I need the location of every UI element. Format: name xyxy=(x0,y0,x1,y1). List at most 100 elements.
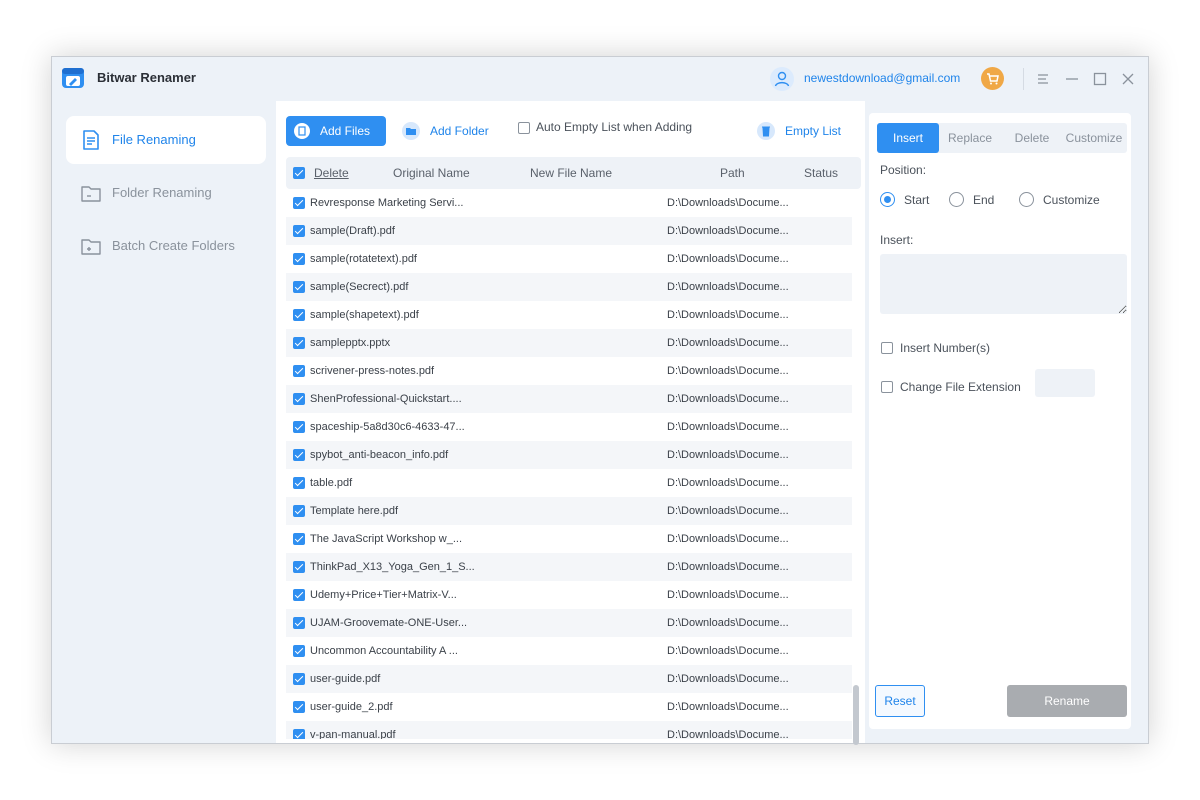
position-customize-radio[interactable]: Customize xyxy=(1019,191,1119,209)
table-row[interactable]: sample(Draft).pdf D:\Downloads\Docume... xyxy=(286,217,852,245)
radio-dot[interactable] xyxy=(880,192,895,207)
row-checkbox[interactable] xyxy=(293,421,305,433)
table-row[interactable]: UJAM-Groovemate-ONE-User... D:\Downloads\… xyxy=(286,609,852,637)
insert-numbers-checkbox[interactable] xyxy=(881,342,893,354)
change-extension-checkbox[interactable] xyxy=(881,381,893,393)
radio-dot[interactable] xyxy=(949,192,964,207)
file-name: user-guide.pdf xyxy=(310,673,381,685)
table-row[interactable]: spaceship-5a8d30c6-4633-47... D:\Download… xyxy=(286,413,852,441)
minimize-icon[interactable] xyxy=(1062,69,1082,89)
scrollbar[interactable] xyxy=(853,685,859,745)
insert-numbers-label: Insert Number(s) xyxy=(900,341,991,355)
sidebar: File Renaming Folder Renaming Batch Crea… xyxy=(52,101,276,743)
sidebar-item-batch-create-folders[interactable]: Batch Create Folders xyxy=(66,222,266,270)
file-path: D:\Downloads\Docume... xyxy=(667,561,789,573)
menu-icon[interactable] xyxy=(1033,69,1053,89)
extension-input[interactable] xyxy=(1035,369,1095,397)
row-checkbox[interactable] xyxy=(293,673,305,685)
user-avatar-icon[interactable] xyxy=(770,67,794,91)
file-name: sample(Secrect).pdf xyxy=(310,281,409,293)
row-checkbox[interactable] xyxy=(293,589,305,601)
table-row[interactable]: Revresponse Marketing Servi... D:\Downloa… xyxy=(286,189,852,217)
insert-numbers-option[interactable]: Insert Number(s) xyxy=(881,339,1081,357)
table-row[interactable]: Template here.pdf D:\Downloads\Docume... xyxy=(286,497,852,525)
table-row[interactable]: samplepptx.pptx D:\Downloads\Docume... xyxy=(286,329,852,357)
app-window: Bitwar Renamer newestdownload@gmail.com xyxy=(51,56,1149,745)
sidebar-item-label: Folder Renaming xyxy=(112,185,212,200)
radio-label: Customize xyxy=(1043,193,1100,207)
table-row[interactable]: table.pdf D:\Downloads\Docume... xyxy=(286,469,852,497)
checkbox[interactable] xyxy=(518,122,530,134)
table-row[interactable]: sample(shapetext).pdf D:\Downloads\Docume… xyxy=(286,301,852,329)
sidebar-item-file-renaming[interactable]: File Renaming xyxy=(66,116,266,164)
table-row[interactable]: ShenProfessional-Quickstart.... D:\Downlo… xyxy=(286,385,852,413)
tab-customize[interactable]: Customize xyxy=(1063,123,1125,153)
table-row[interactable]: sample(rotatetext).pdf D:\Downloads\Docum… xyxy=(286,245,852,273)
row-checkbox[interactable] xyxy=(293,533,305,545)
table-row[interactable]: scrivener-press-notes.pdf D:\Downloads\Do… xyxy=(286,357,852,385)
table-row[interactable]: The JavaScript Workshop w_... D:\Download… xyxy=(286,525,852,553)
file-path: D:\Downloads\Docume... xyxy=(667,393,789,405)
add-folder-button[interactable]: Add Folder xyxy=(402,116,502,146)
file-name: Uncommon Accountability A ... xyxy=(310,645,458,657)
table-row[interactable]: user-guide_2.pdf D:\Downloads\Docume... xyxy=(286,693,852,721)
row-checkbox[interactable] xyxy=(293,645,305,657)
rename-button[interactable]: Rename xyxy=(1007,685,1127,717)
select-all-checkbox[interactable] xyxy=(293,167,305,179)
cart-icon[interactable] xyxy=(981,67,1004,90)
sidebar-item-label: File Renaming xyxy=(112,132,196,147)
titlebar-divider xyxy=(1023,68,1024,90)
table-row[interactable]: user-guide.pdf D:\Downloads\Docume... xyxy=(286,665,852,693)
folder-icon xyxy=(79,181,103,205)
row-checkbox[interactable] xyxy=(293,253,305,265)
close-icon[interactable] xyxy=(1118,69,1138,89)
row-checkbox[interactable] xyxy=(293,617,305,629)
maximize-icon[interactable] xyxy=(1090,69,1110,89)
row-checkbox[interactable] xyxy=(293,561,305,573)
empty-list-button[interactable]: Empty List xyxy=(757,116,857,146)
row-checkbox[interactable] xyxy=(293,477,305,489)
row-checkbox[interactable] xyxy=(293,197,305,209)
tab-delete[interactable]: Delete xyxy=(1001,123,1063,153)
sidebar-item-folder-renaming[interactable]: Folder Renaming xyxy=(66,169,266,217)
file-name: Template here.pdf xyxy=(310,505,399,517)
table-row[interactable]: Udemy+Price+Tier+Matrix-V... D:\Downloads… xyxy=(286,581,852,609)
row-checkbox[interactable] xyxy=(293,505,305,517)
file-list-area: Add Files Add Folder Auto Empty List whe… xyxy=(276,101,865,745)
delete-link[interactable]: Delete xyxy=(314,166,349,180)
file-path: D:\Downloads\Docume... xyxy=(667,309,789,321)
radio-label: End xyxy=(973,193,995,207)
row-checkbox[interactable] xyxy=(293,309,305,321)
file-path: D:\Downloads\Docume... xyxy=(667,337,789,349)
row-checkbox[interactable] xyxy=(293,337,305,349)
rename-options-panel: Insert Replace Delete Customize Position… xyxy=(865,101,1148,743)
row-checkbox[interactable] xyxy=(293,729,305,739)
file-name: ThinkPad_X13_Yoga_Gen_1_S... xyxy=(310,561,475,573)
row-checkbox[interactable] xyxy=(293,281,305,293)
add-file-icon xyxy=(294,123,310,139)
table-row[interactable]: sample(Secrect).pdf D:\Downloads\Docume..… xyxy=(286,273,852,301)
row-checkbox[interactable] xyxy=(293,449,305,461)
add-files-button[interactable]: Add Files xyxy=(286,116,386,146)
tab-replace[interactable]: Replace xyxy=(939,123,1001,153)
user-email-link[interactable]: newestdownload@gmail.com xyxy=(804,71,960,85)
table-row[interactable]: v-pan-manual.pdf D:\Downloads\Docume... xyxy=(286,721,852,739)
file-path: D:\Downloads\Docume... xyxy=(667,533,789,545)
auto-empty-checkbox[interactable]: Auto Empty List when Adding xyxy=(518,119,718,139)
file-path: D:\Downloads\Docume... xyxy=(667,505,789,517)
file-name: sample(Draft).pdf xyxy=(310,225,395,237)
tab-insert[interactable]: Insert xyxy=(877,123,939,153)
row-checkbox[interactable] xyxy=(293,225,305,237)
radio-dot[interactable] xyxy=(1019,192,1034,207)
reset-button[interactable]: Reset xyxy=(875,685,925,717)
position-start-radio[interactable]: Start xyxy=(880,191,940,209)
row-checkbox[interactable] xyxy=(293,701,305,713)
table-row[interactable]: ThinkPad_X13_Yoga_Gen_1_S... D:\Downloads… xyxy=(286,553,852,581)
insert-text-field[interactable] xyxy=(880,254,1127,314)
position-end-radio[interactable]: End xyxy=(949,191,1009,209)
row-checkbox[interactable] xyxy=(293,365,305,377)
table-row[interactable]: Uncommon Accountability A ... D:\Download… xyxy=(286,637,852,665)
col-new-file-name: New File Name xyxy=(530,166,613,180)
row-checkbox[interactable] xyxy=(293,393,305,405)
table-row[interactable]: spybot_anti-beacon_info.pdf D:\Downloads\… xyxy=(286,441,852,469)
